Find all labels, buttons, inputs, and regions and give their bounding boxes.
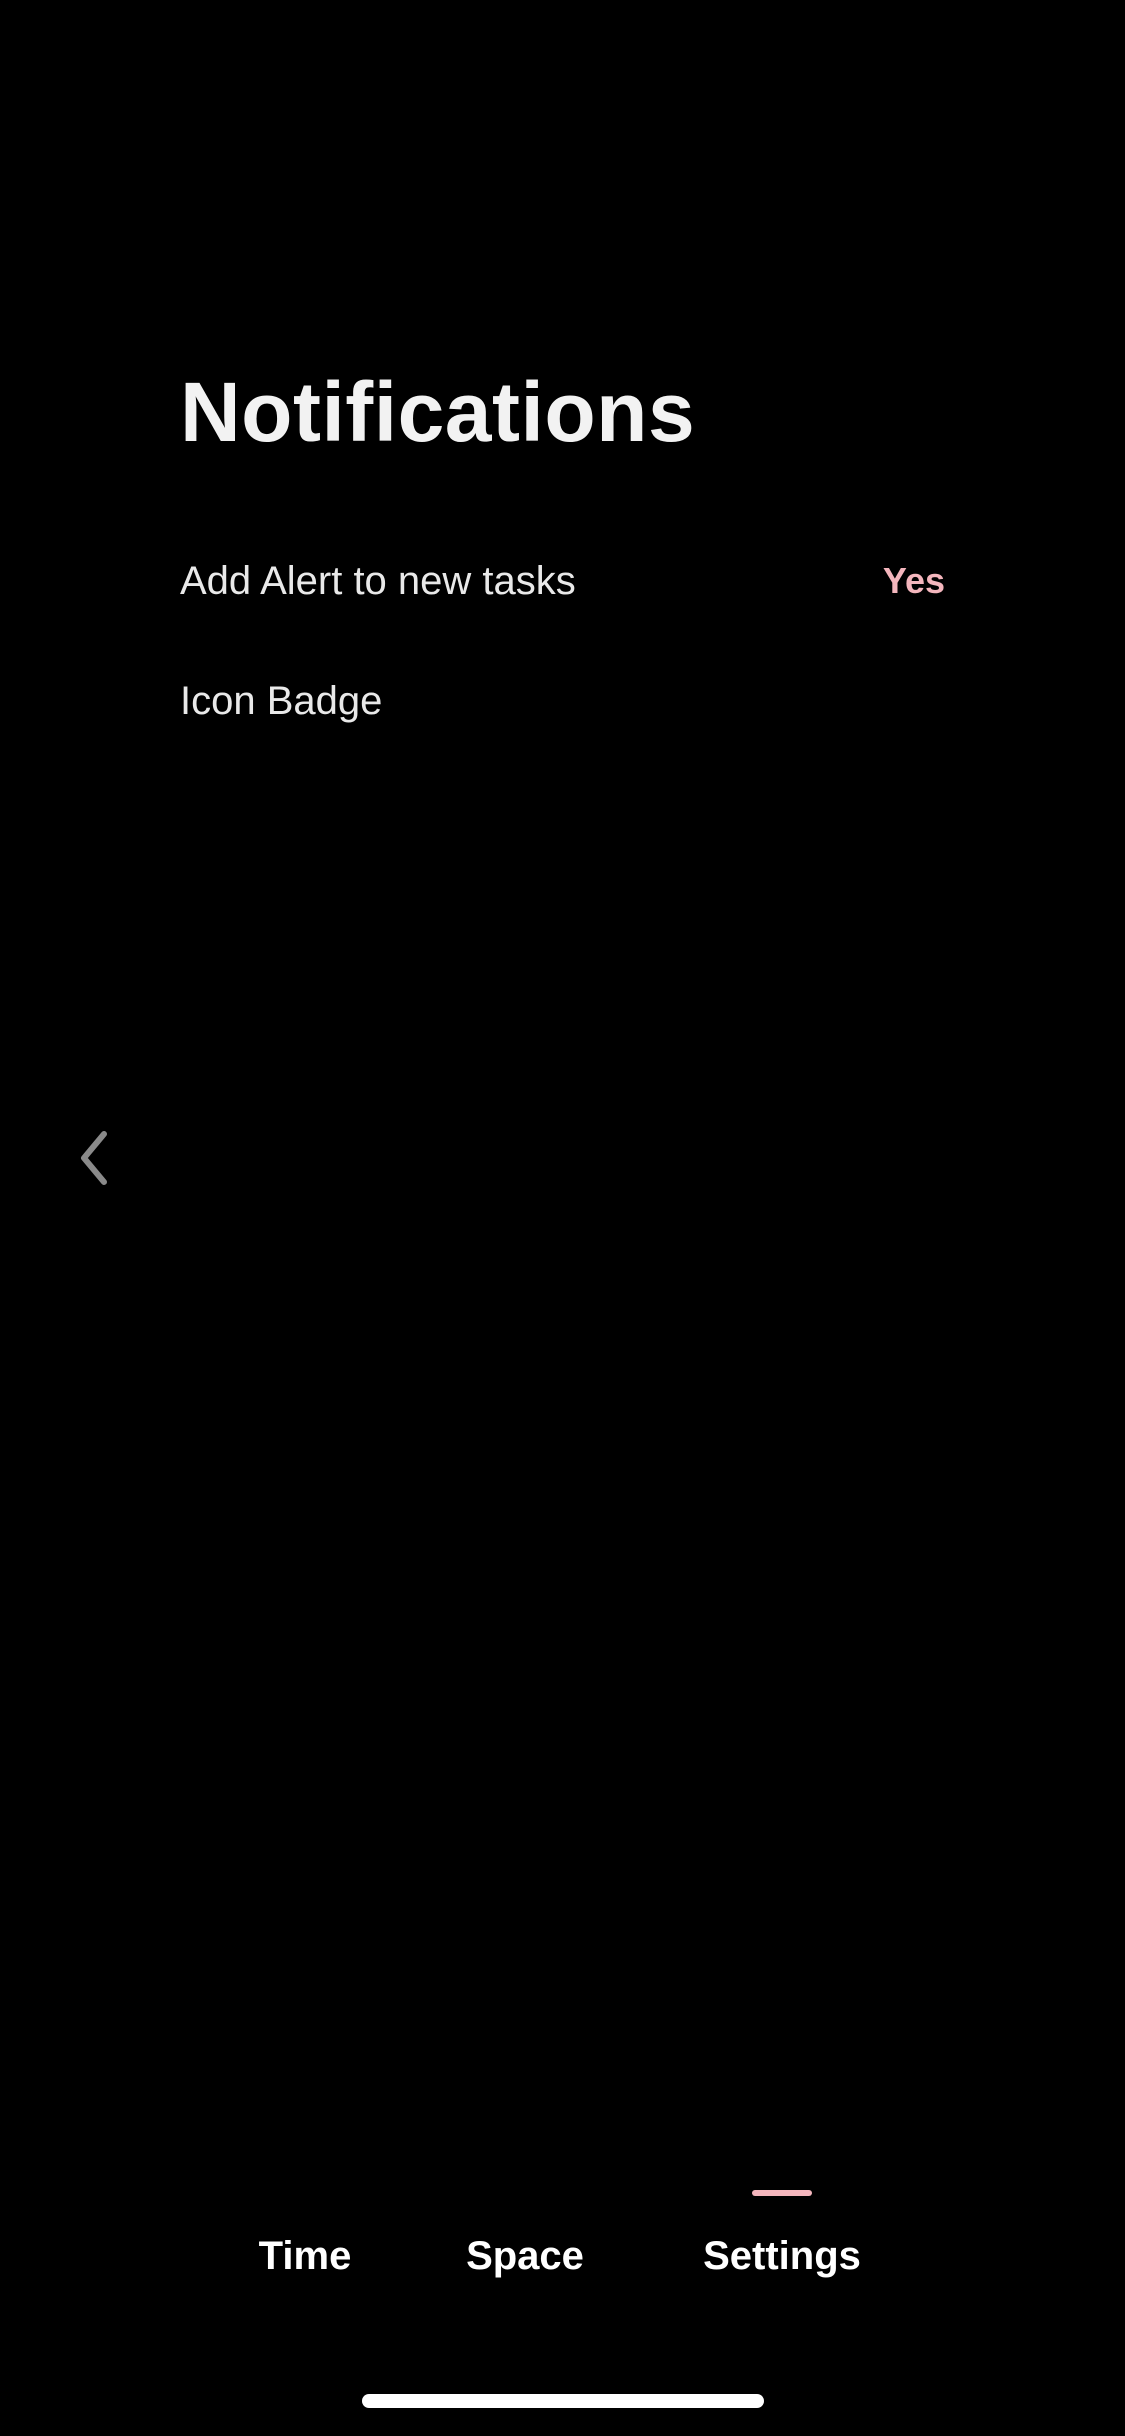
tab-bar: Time Space Settings (0, 2180, 1125, 2300)
tab-active-indicator (752, 2190, 812, 2196)
home-indicator[interactable] (362, 2394, 764, 2408)
setting-row-add-alert[interactable]: Add Alert to new tasks Yes (180, 556, 945, 606)
tab-label: Settings (703, 2234, 861, 2278)
page-title: Notifications (180, 365, 696, 459)
chevron-left-icon[interactable] (72, 1126, 116, 1190)
tab-space[interactable]: Space (450, 2180, 600, 2300)
tab-time[interactable]: Time (240, 2180, 370, 2300)
setting-value-add-alert[interactable]: Yes (883, 560, 945, 602)
setting-row-icon-badge[interactable]: Icon Badge (180, 676, 945, 726)
setting-label-icon-badge: Icon Badge (180, 678, 383, 723)
tab-label: Time (258, 2234, 352, 2278)
setting-label-add-alert: Add Alert to new tasks (180, 558, 576, 603)
tab-settings[interactable]: Settings (682, 2180, 882, 2300)
tab-label: Space (466, 2234, 584, 2278)
chevron-left-icon-svg (81, 1131, 107, 1185)
